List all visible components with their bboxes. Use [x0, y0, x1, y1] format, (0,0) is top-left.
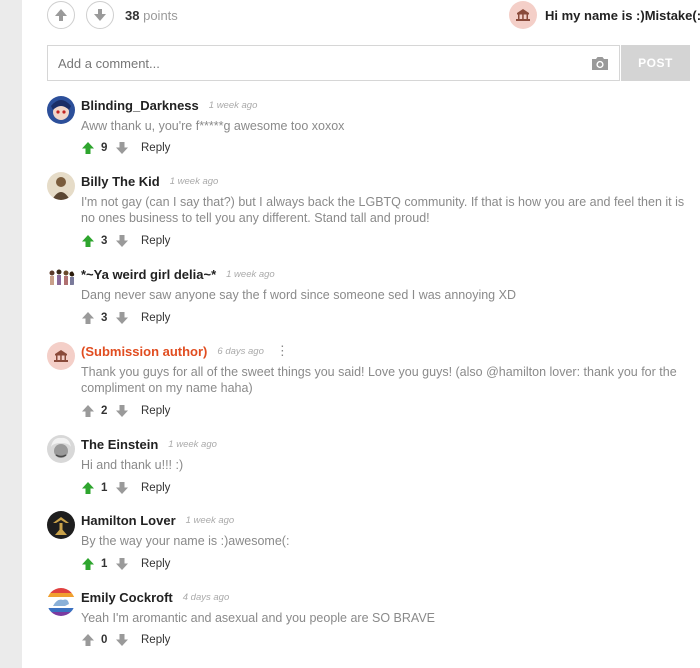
downvote-arrow-icon[interactable]: [115, 234, 129, 248]
comment-author[interactable]: *~Ya weird girl delia~*: [81, 267, 216, 282]
avatar[interactable]: [47, 511, 75, 539]
comment-author[interactable]: The Einstein: [81, 437, 158, 452]
comment-actions: 2 Reply: [81, 403, 170, 419]
downvote-arrow-icon[interactable]: [115, 557, 129, 571]
downvote-arrow-icon[interactable]: [115, 633, 129, 647]
comment-text: Thank you guys for all of the sweet thin…: [81, 365, 677, 395]
avatar[interactable]: [47, 172, 75, 200]
upvote-arrow-icon[interactable]: [81, 141, 95, 155]
comment-text: By the way your name is :)awesome(:: [81, 534, 290, 548]
comment-actions: 1 Reply: [81, 480, 170, 496]
avatar[interactable]: [47, 96, 75, 124]
downvote-arrow-icon[interactable]: [115, 404, 129, 418]
comment-text: Aww thank u, you're f*****g awesome too …: [81, 119, 345, 133]
points-value: 38: [125, 8, 140, 23]
comment-author[interactable]: Billy The Kid: [81, 174, 160, 189]
downvote-arrow-icon[interactable]: [115, 141, 129, 155]
downvote-arrow-icon[interactable]: [115, 311, 129, 325]
vote-count: 1: [101, 558, 108, 570]
reply-link[interactable]: Reply: [141, 312, 170, 324]
comment-author[interactable]: Hamilton Lover: [81, 513, 176, 528]
avatar[interactable]: [47, 342, 75, 370]
vote-count: 2: [101, 405, 108, 417]
camera-icon[interactable]: [591, 55, 609, 71]
reply-link[interactable]: Reply: [141, 405, 170, 417]
comment-actions: 1 Reply: [81, 556, 170, 572]
arrow-up-icon: [55, 9, 67, 21]
comment-author[interactable]: Emily Cockroft: [81, 590, 173, 605]
comment-body: Hamilton Lover 1 week ago By the way you…: [81, 511, 691, 549]
comment-text: Dang never saw anyone say the f word sin…: [81, 288, 516, 302]
vote-count: 1: [101, 482, 108, 494]
reply-link[interactable]: Reply: [141, 235, 170, 247]
post-author[interactable]: Hi my name is :)Mistake(:: [509, 1, 700, 29]
post-downvote-button[interactable]: [86, 1, 114, 29]
upvote-arrow-icon[interactable]: [81, 557, 95, 571]
comment-timestamp: 1 week ago: [226, 268, 275, 280]
avatar-image: [47, 435, 75, 463]
comment-text: Hi and thank u!!! :): [81, 458, 184, 472]
comment-timestamp: 6 days ago: [217, 345, 264, 357]
comment-body: *~Ya weird girl delia~* 1 week ago Dang …: [81, 265, 691, 303]
upvote-arrow-icon[interactable]: [81, 234, 95, 248]
vote-count: 9: [101, 142, 108, 154]
avatar-image: [47, 265, 75, 293]
avatar[interactable]: [47, 435, 75, 463]
points-counter: 38 points: [125, 8, 178, 23]
post-upvote-button[interactable]: [47, 1, 75, 29]
avatar-image: [47, 96, 75, 124]
reply-link[interactable]: Reply: [141, 142, 170, 154]
reply-link[interactable]: Reply: [141, 482, 170, 494]
reply-link[interactable]: Reply: [141, 558, 170, 570]
vote-count: 0: [101, 634, 108, 646]
building-icon: [516, 9, 530, 21]
points-label: points: [143, 8, 178, 23]
comment-actions: 3 Reply: [81, 310, 170, 326]
comment-body: Billy The Kid 1 week ago I'm not gay (ca…: [81, 172, 691, 226]
avatar: [509, 1, 537, 29]
avatar[interactable]: [47, 265, 75, 293]
vote-count: 3: [101, 235, 108, 247]
comment-body: (Submission author) 6 days ago ⋮ Thank y…: [81, 342, 691, 396]
comment-body: The Einstein 1 week ago Hi and thank u!!…: [81, 435, 691, 473]
comment-timestamp: 4 days ago: [182, 591, 230, 603]
upvote-arrow-icon[interactable]: [81, 633, 95, 647]
upvote-arrow-icon[interactable]: [81, 311, 95, 325]
comment-input[interactable]: [48, 46, 588, 80]
comment-author[interactable]: (Submission author): [81, 344, 207, 359]
comment-actions: 3 Reply: [81, 233, 170, 249]
post-author-name: Hi my name is :)Mistake(:: [545, 7, 700, 23]
comment-author[interactable]: Blinding_Darkness: [81, 98, 199, 113]
more-options-icon[interactable]: ⋮: [276, 344, 289, 357]
comment-timestamp: 1 week ago: [168, 438, 217, 450]
comment-timestamp: 1 week ago: [169, 175, 219, 187]
comment-body: Emily Cockroft 4 days ago Yeah I'm aroma…: [81, 588, 691, 626]
comment-actions: 9 Reply: [81, 140, 170, 156]
vote-count: 3: [101, 312, 108, 324]
post-vote-bar: 38 points Hi my name is :)Mistake(:: [47, 0, 700, 32]
avatar-image: [47, 588, 75, 616]
arrow-down-icon: [94, 9, 106, 21]
comment-text: I'm not gay (can I say that?) but I alwa…: [81, 195, 685, 225]
reply-link[interactable]: Reply: [141, 634, 170, 646]
comment-body: Blinding_Darkness 1 week ago Aww thank u…: [81, 96, 691, 134]
upvote-arrow-icon[interactable]: [81, 404, 95, 418]
comment-form: [47, 45, 620, 81]
comment-text: Yeah I'm aromantic and asexual and you p…: [81, 611, 435, 625]
comment-timestamp: 1 week ago: [185, 514, 235, 526]
comment-timestamp: 1 week ago: [208, 99, 258, 111]
building-icon: [54, 350, 68, 362]
content-panel: 38 points Hi my name is :)Mistake(: Add …: [22, 0, 700, 668]
downvote-arrow-icon[interactable]: [115, 481, 129, 495]
avatar[interactable]: [47, 588, 75, 616]
avatar-image: [47, 172, 75, 200]
upvote-arrow-icon[interactable]: [81, 481, 95, 495]
avatar-image: [47, 511, 75, 539]
post-comment-button[interactable]: POST: [621, 45, 690, 81]
comment-actions: 0 Reply: [81, 632, 170, 648]
